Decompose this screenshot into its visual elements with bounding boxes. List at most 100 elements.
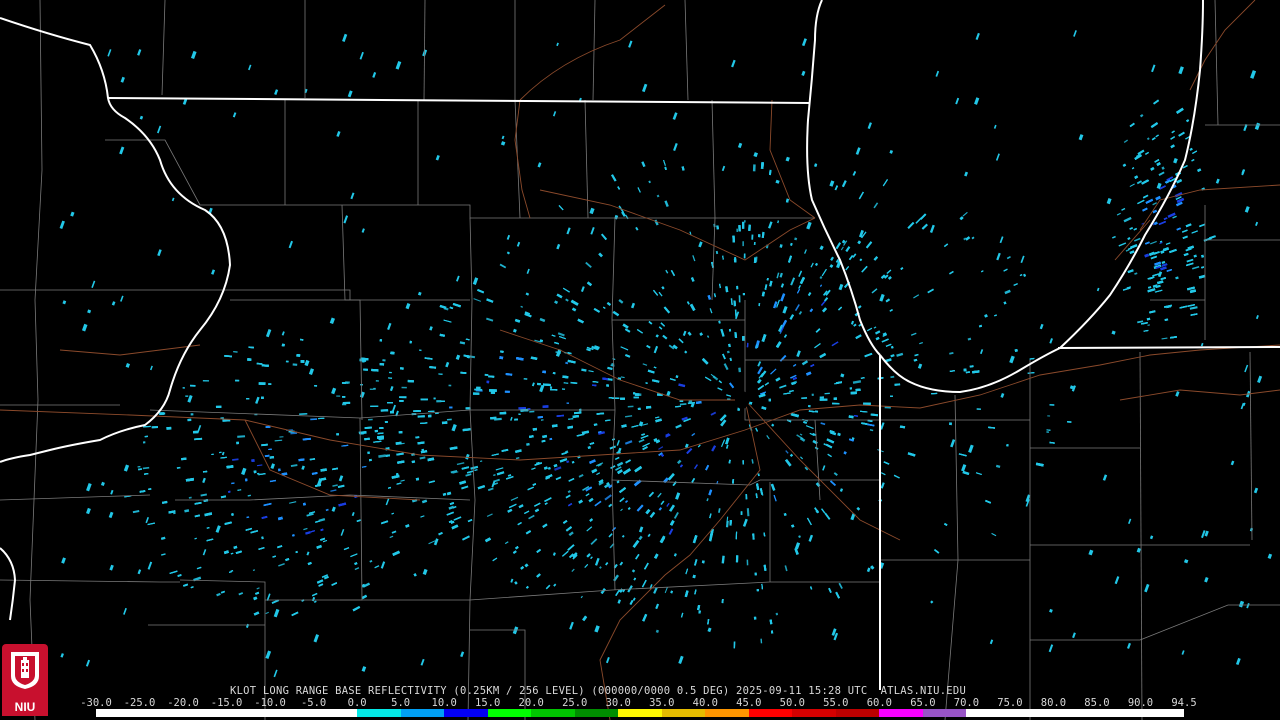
echo-pixel: [449, 406, 453, 409]
echo-pixel: [151, 426, 158, 429]
scale-label: -30.0: [80, 697, 112, 709]
scale-label: 60.0: [866, 697, 893, 709]
echo-pixel: [446, 418, 452, 421]
echo-pixel: [144, 435, 148, 438]
echo-pixel: [367, 451, 370, 455]
echo-pixel: [1014, 349, 1018, 352]
echo-pixel: [417, 415, 425, 418]
echo-pixel: [733, 641, 736, 649]
echo-pixel: [342, 401, 351, 404]
echo-pixel: [529, 410, 535, 413]
echo-pixel: [390, 351, 395, 355]
echo-pixel: [258, 382, 266, 385]
colorbar-segment: [270, 709, 314, 717]
echo-pixel: [374, 429, 378, 433]
echo-pixel: [314, 385, 318, 387]
echo-pixel: [261, 396, 264, 400]
radar-site-klot: [735, 391, 749, 409]
echo-pixel: [931, 392, 938, 395]
echo-pixel: [379, 362, 385, 366]
echo-pixel: [633, 396, 639, 399]
echo-pixel: [1006, 444, 1009, 447]
echo-pixel: [552, 372, 556, 375]
echo-pixel: [247, 358, 252, 361]
colorbar-segment: [139, 709, 184, 717]
colorbar-segment: [183, 709, 227, 717]
echo-pixel: [246, 397, 250, 400]
echo-pixel: [976, 408, 981, 410]
colorbar-segment: [1096, 709, 1141, 717]
echo-pixel: [342, 382, 346, 384]
echo-pixel: [399, 396, 407, 399]
echo-pixel: [811, 393, 814, 396]
echo-pixel: [245, 478, 248, 482]
echo-pixel: [1067, 421, 1072, 423]
colorbar-segment: [792, 709, 836, 717]
echo-pixel: [427, 414, 432, 418]
echo-pixel: [514, 418, 519, 421]
echo-pixel: [420, 398, 428, 401]
colorbar-segment: [879, 709, 923, 717]
echo-pixel: [1049, 404, 1055, 406]
echo-pixel: [819, 398, 828, 401]
echo-pixel: [433, 397, 436, 400]
echo-pixel: [379, 427, 384, 430]
echo-pixel: [742, 293, 745, 296]
echo-pixel: [850, 391, 857, 395]
echo-pixel: [620, 397, 626, 400]
echo-pixel: [758, 234, 761, 238]
scale-label: -5.0: [300, 697, 327, 709]
colorbar-segment: [313, 709, 358, 717]
echo-pixel: [400, 367, 404, 370]
echo-pixel: [736, 285, 739, 290]
scale-label: 80.0: [1040, 697, 1067, 709]
echo-pixel: [801, 397, 808, 399]
echo-pixel: [608, 397, 613, 399]
scale-label: 70.0: [953, 697, 980, 709]
echo-pixel: [336, 433, 340, 436]
echo-pixel: [486, 380, 490, 384]
echo-pixel: [235, 379, 240, 382]
echo-pixel: [300, 359, 305, 363]
echo-pixel: [190, 384, 196, 387]
colorbar-segment: [748, 709, 793, 717]
scale-label: 65.0: [910, 697, 936, 709]
echo-pixel: [185, 395, 189, 397]
echo-pixel: [832, 402, 840, 405]
colorbar-segment: [487, 709, 532, 717]
echo-pixel: [562, 388, 566, 390]
echo-pixel: [281, 343, 285, 347]
echo-pixel: [1047, 415, 1051, 417]
scale-label: 15.0: [475, 697, 501, 709]
echo-pixel: [441, 421, 448, 425]
echo-pixel: [732, 235, 735, 243]
echo-pixel: [219, 451, 222, 454]
echo-pixel: [637, 407, 641, 410]
niu-seal-icon: [11, 652, 39, 689]
scale-label: 85.0: [1084, 697, 1110, 709]
echo-pixel: [754, 572, 757, 576]
echo-pixel: [753, 616, 757, 620]
echo-pixel: [518, 413, 521, 415]
echo-pixel: [440, 400, 445, 403]
echo-pixel: [379, 339, 383, 342]
echo-pixel: [949, 422, 952, 426]
echo-pixel: [738, 225, 741, 232]
echo-pixel: [187, 418, 192, 422]
echo-pixel: [384, 421, 388, 423]
colorbar-segment: [226, 709, 271, 717]
echo-pixel: [760, 162, 764, 169]
scale-label: -15.0: [210, 697, 243, 709]
echo-pixel: [375, 380, 379, 382]
echo-pixel: [278, 468, 281, 472]
echo-pixel: [415, 410, 422, 412]
echo-pixel: [236, 441, 239, 445]
echo-pixel: [743, 253, 746, 259]
dbz-scale-labels: -30.0 -25.0 -20.0 -15.0 -10.0 -5.0 0.0 5.0 10.0 1…: [80, 697, 1196, 709]
scale-label: 10.0: [431, 697, 457, 709]
echo-pixel: [182, 387, 185, 389]
echo-pixel: [448, 384, 452, 387]
echo-pixel: [380, 409, 389, 412]
scale-label: 35.0: [649, 697, 675, 709]
echo-pixel: [336, 395, 341, 397]
